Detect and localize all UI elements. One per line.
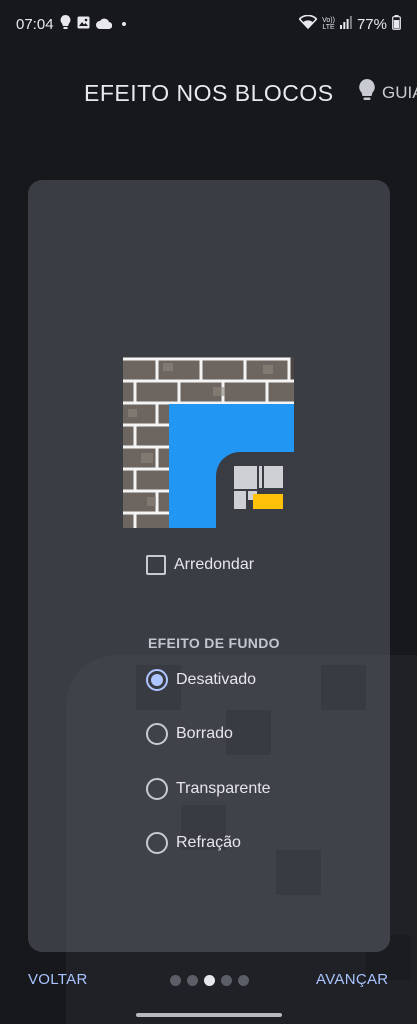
- round-checkbox[interactable]: [146, 555, 166, 575]
- radio-label: Refração: [176, 834, 241, 851]
- dot-icon: [121, 22, 126, 26]
- radio-button[interactable]: [146, 778, 168, 800]
- radio-button[interactable]: [146, 723, 168, 745]
- status-bar: 07:04 Vo)) LTE 77%: [0, 0, 417, 48]
- radio-option-transparent[interactable]: Transparente: [146, 778, 271, 800]
- battery-icon: [392, 14, 401, 34]
- radio-button[interactable]: [146, 832, 168, 854]
- volte-indicator: Vo)) LTE: [322, 17, 335, 31]
- wifi-icon: [298, 14, 318, 33]
- app-logo-badge: [216, 452, 294, 528]
- round-checkbox-label: Arredondar: [174, 556, 255, 573]
- guide-button[interactable]: GUIA: [358, 78, 417, 107]
- page-dot: [238, 975, 249, 986]
- volte-label: Vo)): [322, 17, 335, 24]
- lightbulb-icon: [60, 15, 71, 33]
- status-time: 07:04: [16, 15, 54, 33]
- round-checkbox-row[interactable]: Arredondar: [146, 555, 254, 575]
- battery-percent: 77%: [356, 15, 387, 33]
- radio-option-disabled[interactable]: Desativado: [146, 669, 256, 691]
- home-indicator[interactable]: [136, 1013, 282, 1017]
- radio-button[interactable]: [146, 669, 168, 691]
- page-dot: [170, 975, 181, 986]
- back-button[interactable]: VOLTAR: [28, 971, 88, 988]
- header: EFEITO NOS BLOCOS GUIA: [0, 70, 417, 114]
- lte-label: LTE: [322, 24, 335, 31]
- next-button[interactable]: AVANÇAR: [316, 971, 388, 988]
- radio-option-blurred[interactable]: Borrado: [146, 723, 233, 745]
- image-icon: [77, 16, 90, 33]
- page-indicator: [170, 975, 249, 986]
- background-effect-title: EFEITO DE FUNDO: [148, 635, 280, 651]
- radio-label: Transparente: [176, 780, 271, 797]
- page-title: EFEITO NOS BLOCOS: [84, 80, 334, 106]
- page-dot: [187, 975, 198, 986]
- card-ghost-pattern: [66, 655, 390, 952]
- tile-preview-image: [123, 357, 294, 528]
- radio-option-refraction[interactable]: Refração: [146, 832, 241, 854]
- lightbulb-icon: [358, 78, 376, 107]
- radio-label: Borrado: [176, 725, 233, 742]
- page-dot-active: [204, 975, 215, 986]
- settings-card: Arredondar EFEITO DE FUNDO Desativado Bo…: [28, 180, 390, 952]
- page-dot: [221, 975, 232, 986]
- guide-label: GUIA: [382, 82, 417, 102]
- signal-icon: [339, 15, 352, 33]
- radio-label: Desativado: [176, 671, 257, 688]
- footer-nav: VOLTAR AVANÇAR: [0, 962, 417, 998]
- cloud-icon: [95, 16, 112, 33]
